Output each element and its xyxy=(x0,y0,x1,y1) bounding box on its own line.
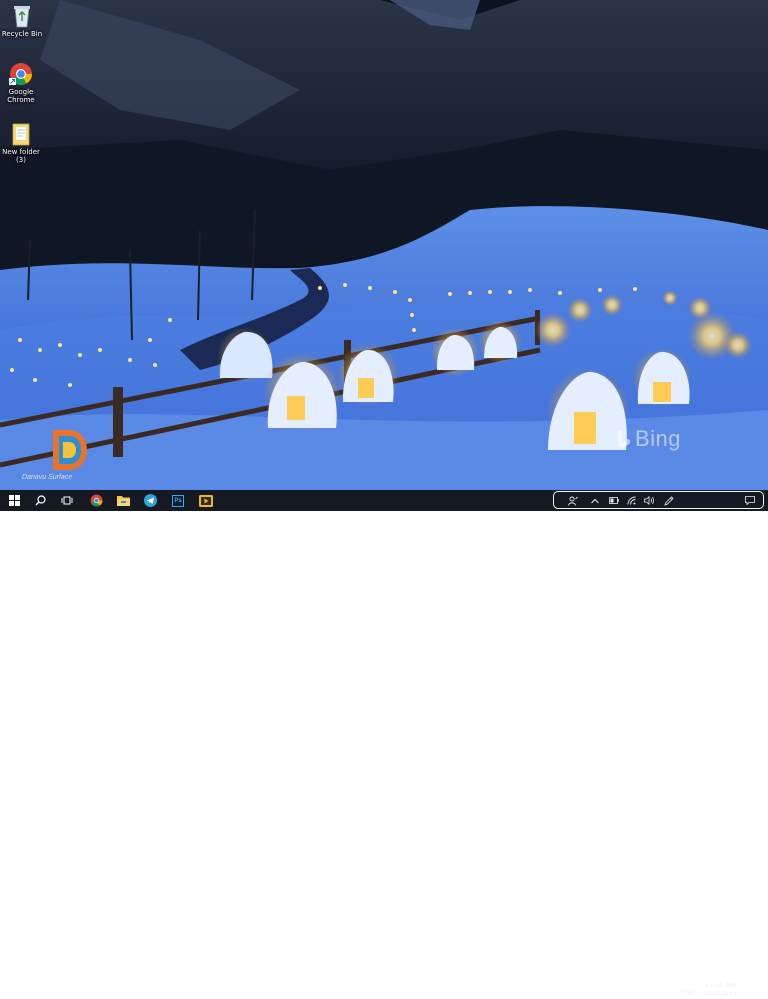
desktop-icon-recycle-bin[interactable]: Recycle Bin xyxy=(0,4,44,38)
bing-logo-icon xyxy=(618,430,630,448)
photoshop-label: Ps xyxy=(174,497,182,504)
desktop: Recycle Bin Google Chrome New folder (3) xyxy=(0,0,768,490)
search-icon xyxy=(35,495,46,506)
chevron-up-icon xyxy=(591,498,599,503)
desktop-icon-label: Google xyxy=(8,88,34,96)
folder-icon xyxy=(12,123,30,146)
chrome-icon xyxy=(90,494,102,507)
taskbar-chrome-button[interactable] xyxy=(83,490,109,511)
wallpaper-image xyxy=(0,0,768,490)
wifi-icon xyxy=(627,496,636,505)
tray-show-hidden-icons-button[interactable] xyxy=(590,494,600,507)
telegram-icon xyxy=(143,494,157,507)
start-button[interactable] xyxy=(1,490,27,511)
volume-icon xyxy=(643,496,654,505)
taskbar: Ps ENG 11:06 AM 2/16/2019 xyxy=(0,490,768,998)
action-center-icon xyxy=(745,496,755,505)
windows-start-icon xyxy=(8,495,20,506)
tray-network-button[interactable] xyxy=(626,494,638,507)
desktop-icon-new-folder[interactable]: New folder (3) xyxy=(0,122,43,164)
pen-icon xyxy=(664,495,674,506)
desktop-icon-label: (3) xyxy=(16,156,26,164)
media-player-icon xyxy=(199,494,213,507)
tray-battery-button[interactable] xyxy=(608,494,620,507)
tray-volume-button[interactable] xyxy=(643,494,655,507)
bing-watermark: Bing xyxy=(616,426,681,452)
task-view-icon xyxy=(61,496,73,505)
bing-text: Bing xyxy=(635,426,682,451)
taskbar-telegram-button[interactable] xyxy=(137,490,163,511)
desktop-icon-google-chrome[interactable]: Google Chrome xyxy=(0,62,43,104)
chrome-icon xyxy=(9,63,32,85)
tray-notifications-button[interactable] xyxy=(744,494,756,507)
tray-clock[interactable]: 11:06 AM 2/16/2019 xyxy=(698,981,742,999)
clock-time: 11:06 AM xyxy=(704,981,736,989)
clock-date: 2/16/2019 xyxy=(703,990,737,998)
tray-people-button[interactable] xyxy=(567,494,579,507)
task-view-button[interactable] xyxy=(54,490,80,511)
recycle-bin-icon xyxy=(14,6,30,28)
photoshop-icon: Ps xyxy=(172,494,184,507)
taskbar-photoshop-button[interactable]: Ps xyxy=(165,490,191,511)
people-icon xyxy=(568,496,578,506)
brand-text: Danavu Surface xyxy=(22,474,73,481)
desktop-icon-label: Recycle Bin xyxy=(1,30,43,38)
brand-logo-icon xyxy=(53,430,87,470)
battery-icon xyxy=(609,497,619,504)
file-explorer-icon xyxy=(116,496,130,506)
taskbar-media-player-button[interactable] xyxy=(193,490,219,511)
taskbar-file-explorer-button[interactable] xyxy=(110,490,136,511)
search-button[interactable] xyxy=(27,490,53,511)
desktop-icon-label: New folder xyxy=(2,148,40,156)
desktop-icon-label: Chrome xyxy=(7,96,35,104)
tray-pen-button[interactable] xyxy=(663,494,675,507)
tray-language-indicator[interactable]: ENG xyxy=(681,988,695,996)
